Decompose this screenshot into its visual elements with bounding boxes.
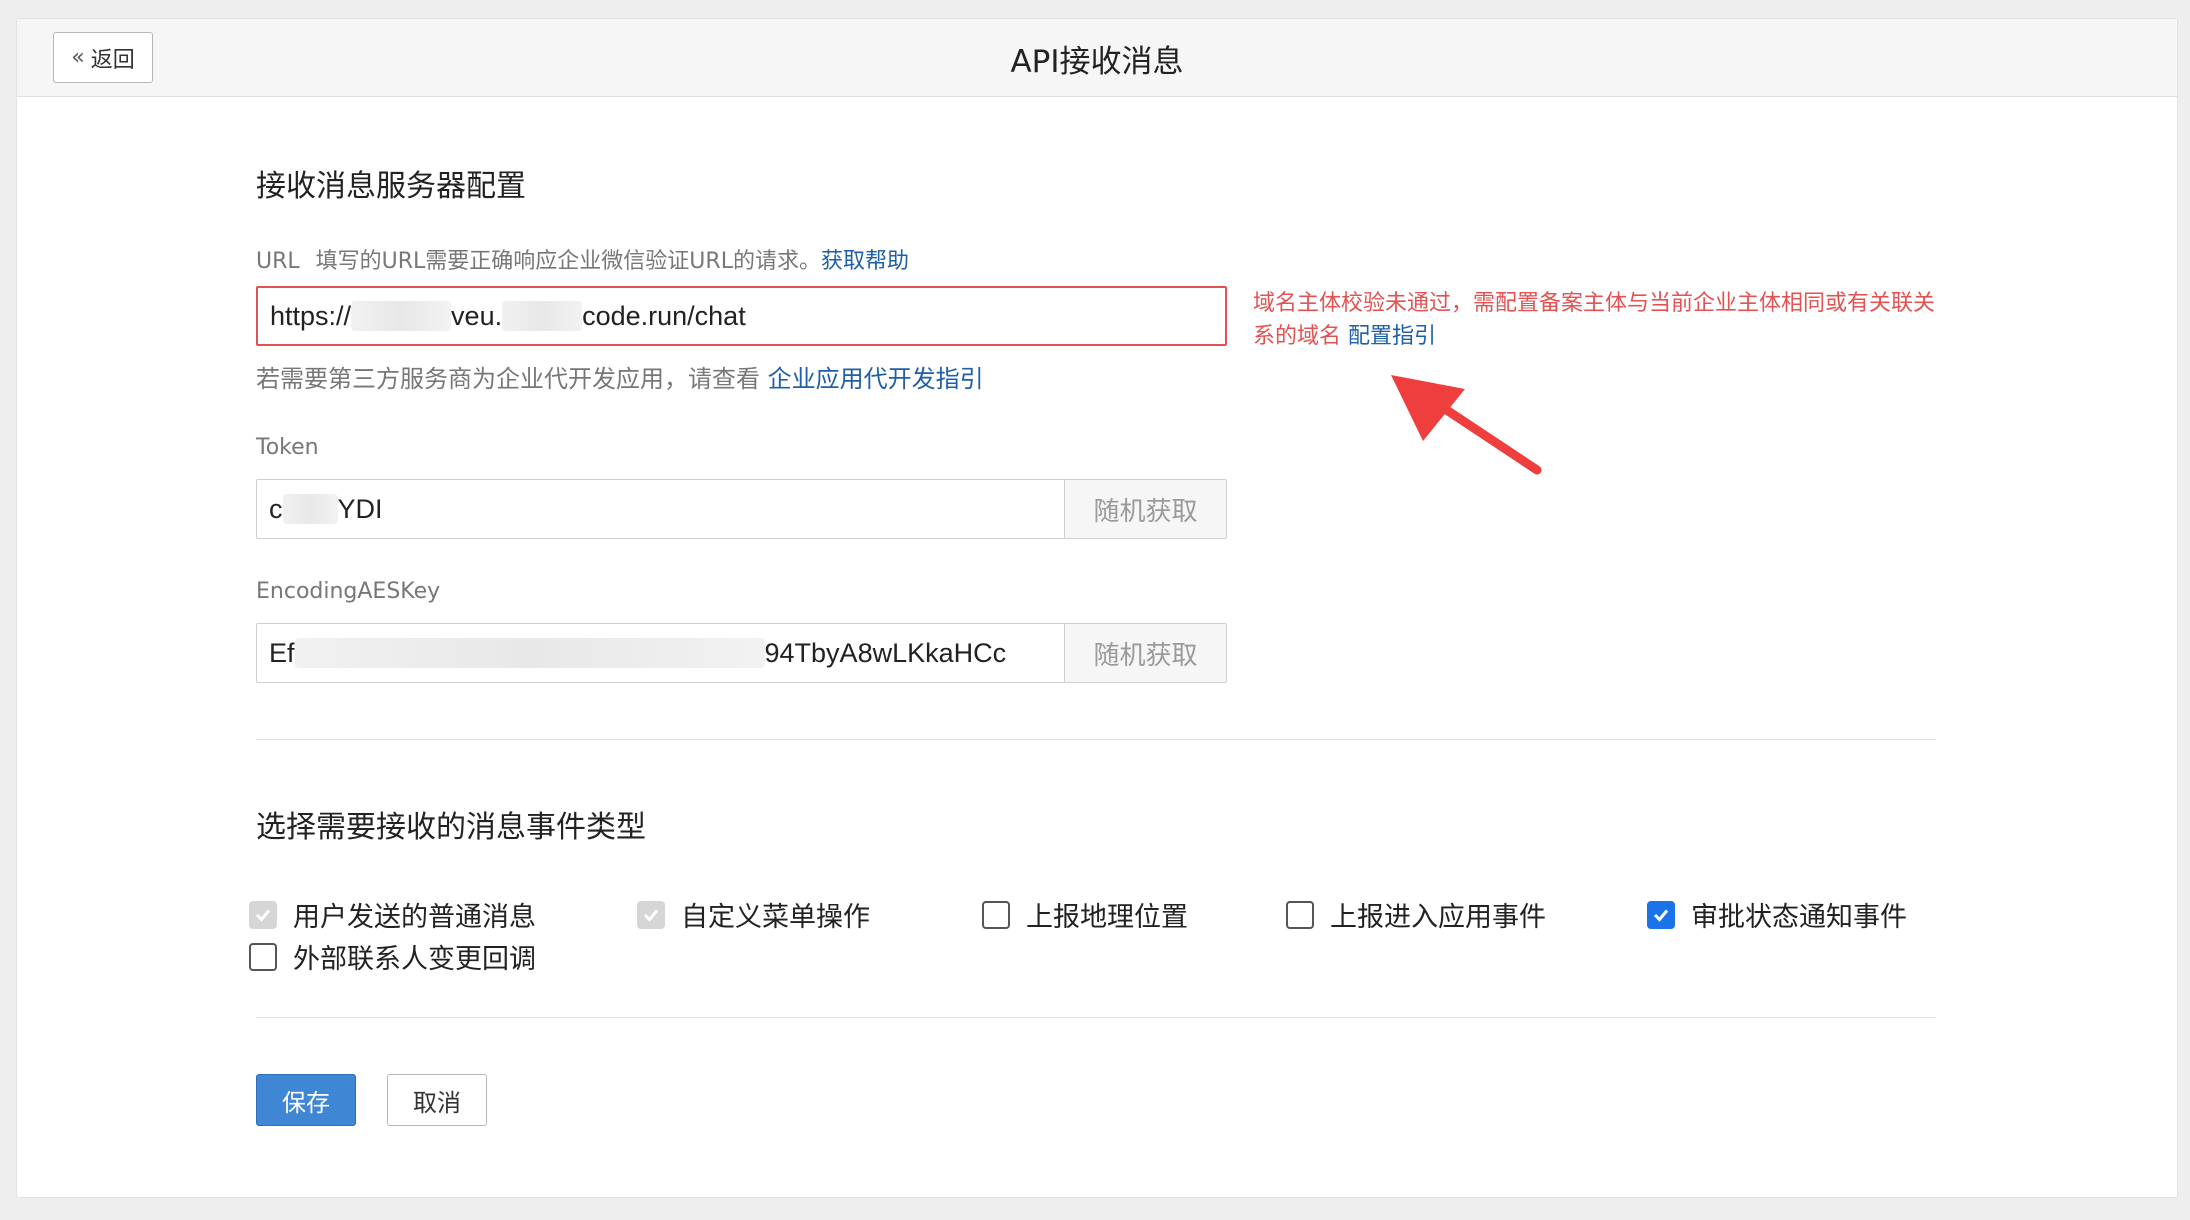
url-value-prefix: https:// — [270, 300, 352, 331]
checkbox-external-contact[interactable]: 外部联系人变更回调 — [249, 937, 536, 976]
checkmark-icon — [1653, 909, 1669, 922]
main-panel: « 返回 API接收消息 接收消息服务器配置 URL 填写的URL需要正确响应企业… — [16, 18, 2178, 1198]
aes-key-value-suffix: 94TbyA8wLKkaHCc — [764, 637, 1007, 668]
redacted-region — [502, 301, 583, 331]
section-divider — [256, 739, 1936, 740]
aes-key-input-group: Ef 94TbyA8wLKkaHCc 随机获取 — [256, 623, 1227, 683]
aes-key-label: EncodingAESKey — [256, 579, 441, 604]
page-title: API接收消息 — [1010, 43, 1184, 80]
cancel-button[interactable]: 取消 — [387, 1074, 487, 1126]
checkbox-label: 上报进入应用事件 — [1330, 902, 1546, 933]
third-party-hint-text: 若需要第三方服务商为企业代开发应用，请查看 — [256, 365, 760, 393]
red-arrow-icon — [1391, 375, 1542, 475]
checkbox-box — [249, 900, 277, 929]
url-label: URL — [256, 249, 300, 274]
token-input[interactable]: c YDI — [257, 480, 1064, 538]
checkmark-icon — [643, 909, 659, 922]
redacted-region — [294, 638, 765, 668]
section-divider — [256, 1017, 1936, 1018]
aes-key-input[interactable]: Ef 94TbyA8wLKkaHCc — [257, 624, 1064, 682]
checkbox-box — [982, 900, 1010, 929]
checkmark-icon — [255, 909, 271, 922]
token-label: Token — [256, 435, 319, 460]
checkbox-approval-status[interactable]: 审批状态通知事件 — [1647, 895, 1907, 934]
token-value-prefix: c — [269, 493, 283, 524]
third-party-hint: 若需要第三方服务商为企业代开发应用，请查看 企业应用代开发指引 — [256, 359, 984, 394]
aes-key-random-button[interactable]: 随机获取 — [1064, 624, 1226, 682]
url-value-middle: veu. — [451, 300, 503, 331]
dev-guide-link[interactable]: 企业应用代开发指引 — [768, 365, 984, 393]
url-input[interactable]: https:// veu. code.run/chat — [256, 286, 1227, 346]
checkbox-box — [249, 942, 277, 971]
checkbox-custom-menu[interactable]: 自定义菜单操作 — [637, 895, 870, 934]
url-help-text: 填写的URL需要正确响应企业微信验证URL的请求。 — [315, 249, 821, 274]
get-help-link[interactable]: 获取帮助 — [821, 249, 909, 274]
checkbox-report-location[interactable]: 上报地理位置 — [982, 895, 1188, 934]
checkbox-box — [1286, 900, 1314, 929]
redacted-region — [282, 494, 338, 524]
events-title: 选择需要接收的消息事件类型 — [256, 810, 646, 845]
url-value-suffix: code.run/chat — [582, 300, 746, 331]
redacted-region — [351, 301, 452, 331]
config-guide-link[interactable]: 配置指引 — [1348, 324, 1436, 349]
top-bar: « 返回 API接收消息 — [17, 19, 2177, 97]
checkbox-label: 用户发送的普通消息 — [293, 902, 536, 933]
url-label-row: URL 填写的URL需要正确响应企业微信验证URL的请求。获取帮助 — [256, 243, 909, 275]
token-value-suffix: YDI — [337, 493, 383, 524]
token-random-button[interactable]: 随机获取 — [1064, 480, 1226, 538]
checkbox-user-message[interactable]: 用户发送的普通消息 — [249, 895, 536, 934]
aes-key-value-prefix: Ef — [269, 637, 295, 668]
checkbox-label: 审批状态通知事件 — [1691, 902, 1907, 933]
checkbox-enter-app[interactable]: 上报进入应用事件 — [1286, 895, 1546, 934]
checkbox-label: 外部联系人变更回调 — [293, 944, 536, 975]
server-config-title: 接收消息服务器配置 — [256, 169, 526, 204]
checkbox-box — [1647, 900, 1675, 929]
checkbox-box — [637, 900, 665, 929]
token-input-group: c YDI 随机获取 — [256, 479, 1227, 539]
domain-error-message: 域名主体校验未通过，需配置备案主体与当前企业主体相同或有关联关系的域名 配置指引 — [1253, 287, 1953, 353]
checkbox-label: 自定义菜单操作 — [681, 902, 870, 933]
checkbox-label: 上报地理位置 — [1026, 902, 1188, 933]
save-button[interactable]: 保存 — [256, 1074, 356, 1126]
